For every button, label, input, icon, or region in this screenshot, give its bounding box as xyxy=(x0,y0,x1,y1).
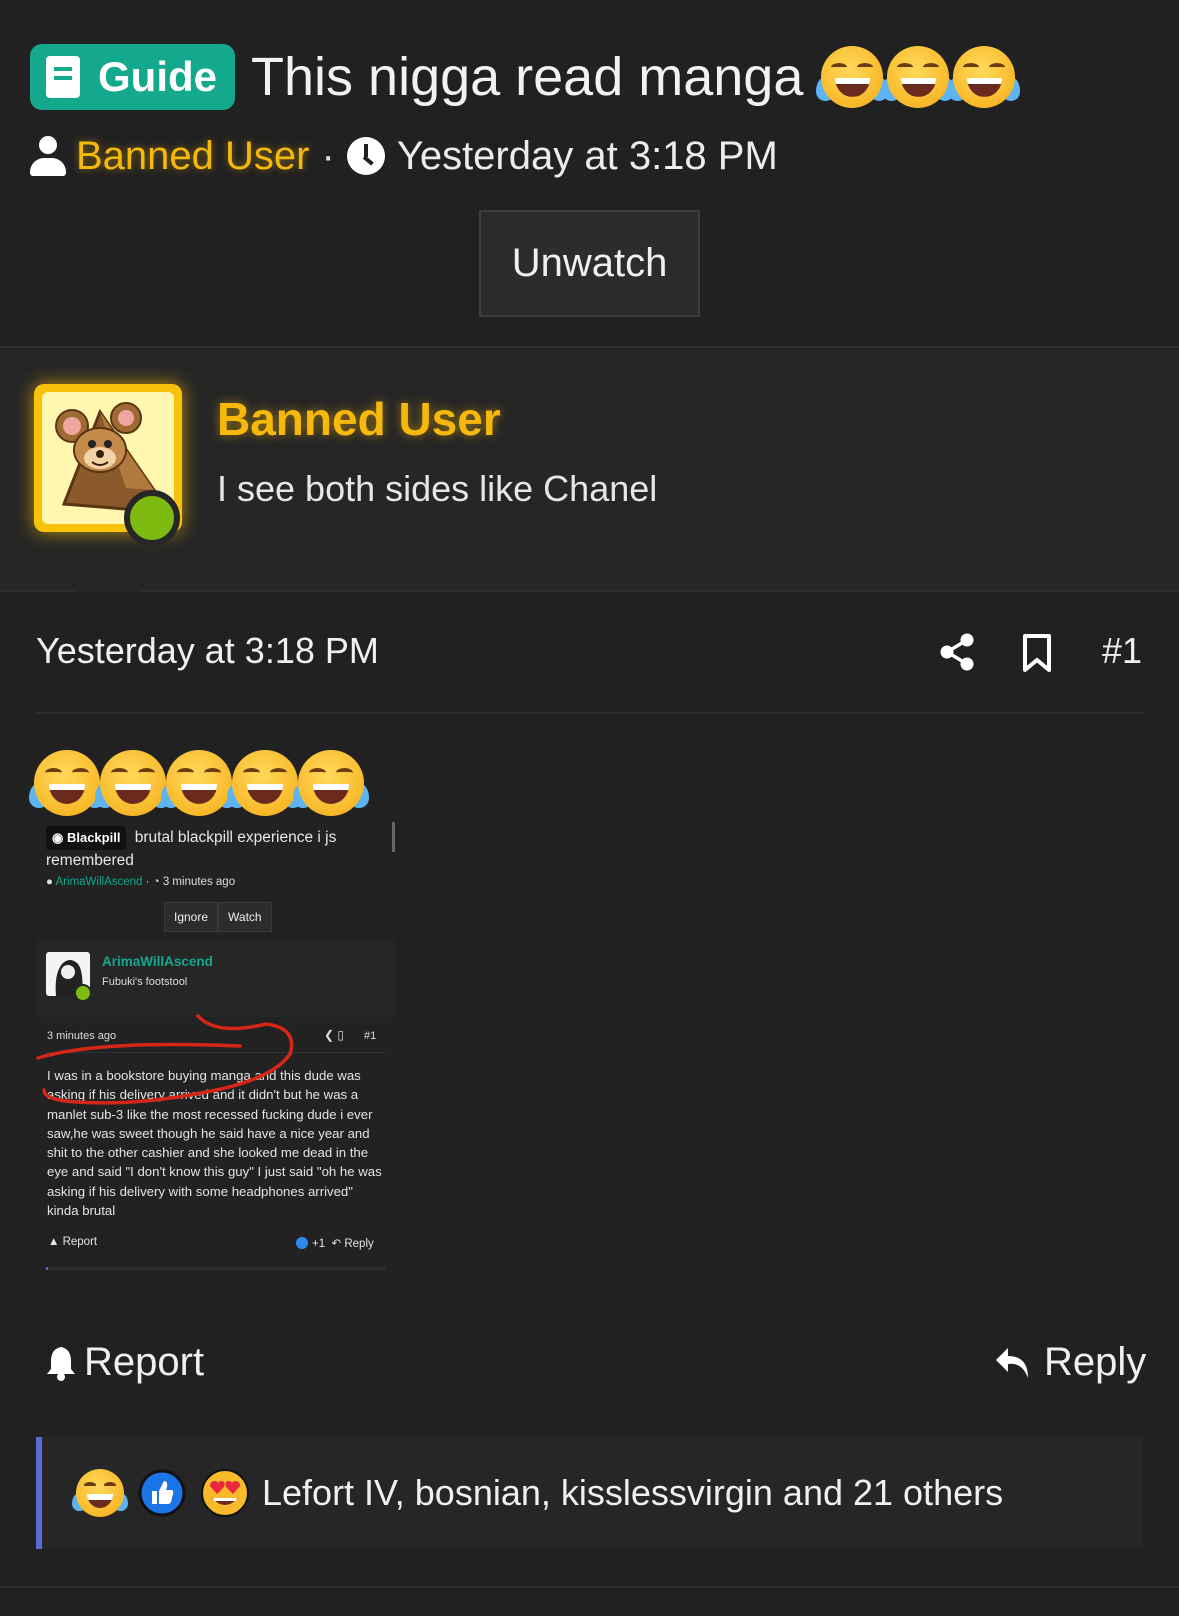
user-icon xyxy=(30,136,66,176)
reply-icon xyxy=(996,1347,1028,1378)
screenshot-reply-label: Reply xyxy=(344,1238,374,1250)
screenshot-buttons: Ignore Watch xyxy=(164,902,272,932)
joy-emoji-icon xyxy=(292,750,370,816)
screenshot-post-body: I was in a bookstore buying manga and th… xyxy=(47,1068,382,1219)
joy-emoji-icon xyxy=(816,46,889,108)
screenshot-avatar xyxy=(46,952,92,1002)
screenshot-report-label: Report xyxy=(62,1236,98,1248)
post-divider xyxy=(36,712,1143,714)
joy-emoji-icon xyxy=(882,46,955,108)
joy-emoji-icon xyxy=(226,750,304,816)
screenshot-prefix-label: Blackpill xyxy=(66,830,121,845)
title-emojis xyxy=(816,46,1021,108)
thread-time[interactable]: Yesterday at 3:18 PM xyxy=(397,134,778,179)
screenshot-reactions-bar xyxy=(46,1267,386,1270)
screenshot-thread-title: ◉ Blackpill brutal blackpill experience … xyxy=(46,826,376,872)
joy-emoji-icon xyxy=(28,750,106,816)
online-status-indicator xyxy=(124,490,180,546)
prefix-label: Guide xyxy=(98,53,218,100)
post-user-title: I see both sides like Chanel xyxy=(217,468,658,509)
reactions-bar[interactable]: Lefort IV, bosnian, kisslessvirgin and 2… xyxy=(36,1437,1143,1549)
bookmark-icon[interactable] xyxy=(1022,633,1052,673)
meta-separator: · xyxy=(321,133,335,178)
report-label: Report xyxy=(84,1340,205,1384)
joy-emoji-icon xyxy=(160,750,238,816)
screenshot-user-icon: ● xyxy=(46,876,53,888)
share-icon[interactable] xyxy=(940,633,974,671)
message-pointer xyxy=(74,560,142,592)
post-emojis xyxy=(28,750,370,816)
joy-emoji-icon xyxy=(72,1469,128,1517)
screenshot-prefix-badge: ◉ Blackpill xyxy=(46,826,127,850)
screenshot-like-icon xyxy=(296,1237,308,1249)
joy-emoji-icon xyxy=(948,46,1021,108)
like-icon xyxy=(138,1469,186,1517)
heart-eyes-emoji-icon xyxy=(201,1469,249,1517)
screenshot-user-name: ArimaWillAscend xyxy=(102,954,213,969)
screenshot-clock-icon: ◔ xyxy=(152,876,160,888)
book-icon xyxy=(46,56,80,98)
post-time[interactable]: Yesterday at 3:18 PM xyxy=(36,630,379,672)
bottom-divider xyxy=(0,1586,1179,1588)
reply-link[interactable]: Reply xyxy=(994,1340,1146,1385)
thread-title-text: This nigga read manga xyxy=(251,47,804,107)
screenshot-user-block: ArimaWillAscend Fubuki's footstool xyxy=(36,942,396,1017)
screenshot-thread-meta: ● ArimaWillAscend · ◔ 3 minutes ago xyxy=(46,876,235,888)
screenshot-time: 3 minutes ago xyxy=(162,876,236,888)
joy-emoji-icon xyxy=(94,750,172,816)
post-author-name[interactable]: Banned User xyxy=(217,392,501,446)
thread-title: This nigga read manga xyxy=(251,46,1021,108)
clock-icon xyxy=(346,137,385,175)
unwatch-button[interactable]: Unwatch xyxy=(479,210,700,317)
thread-meta: Banned User · Yesterday at 3:18 PM xyxy=(30,128,778,184)
reply-label: Reply xyxy=(1044,1340,1147,1384)
screenshot-like-count: +1 xyxy=(312,1238,326,1250)
reactions-text[interactable]: Lefort IV, bosnian, kisslessvirgin and 2… xyxy=(262,1472,1003,1514)
screenshot-separator: · xyxy=(145,876,150,888)
thread-header: Guide This nigga read manga Banned User … xyxy=(0,0,1179,348)
thread-author-link[interactable]: Banned User xyxy=(76,134,309,179)
screenshot-post-number: #1 xyxy=(364,1030,377,1042)
screenshot-report-link: ▲ Report xyxy=(48,1236,98,1248)
screenshot-watch-button: Watch xyxy=(218,902,272,932)
embedded-screenshot[interactable]: ◉ Blackpill brutal blackpill experience … xyxy=(36,820,396,1280)
bell-icon xyxy=(47,1346,75,1381)
post-permalink[interactable]: #1 xyxy=(1102,630,1142,672)
screenshot-share-bookmark-icons: ❮ ▯ xyxy=(324,1028,344,1042)
screenshot-ignore-button: Ignore xyxy=(164,902,219,932)
screenshot-footer-actions: +1 ↶ Reply xyxy=(296,1236,374,1250)
report-link[interactable]: Report xyxy=(46,1340,204,1385)
thread-title-row: Guide This nigga read manga xyxy=(30,44,1021,110)
screenshot-post-time: 3 minutes ago xyxy=(47,1030,117,1042)
post-user-block: Banned User I see both sides like Chanel xyxy=(0,350,1179,592)
prefix-badge[interactable]: Guide xyxy=(30,44,236,110)
screenshot-divider xyxy=(46,1052,386,1053)
screenshot-author: ArimaWillAscend xyxy=(55,876,143,888)
screenshot-user-title: Fubuki's footstool xyxy=(102,976,188,988)
screenshot-scrollbar xyxy=(392,822,395,852)
